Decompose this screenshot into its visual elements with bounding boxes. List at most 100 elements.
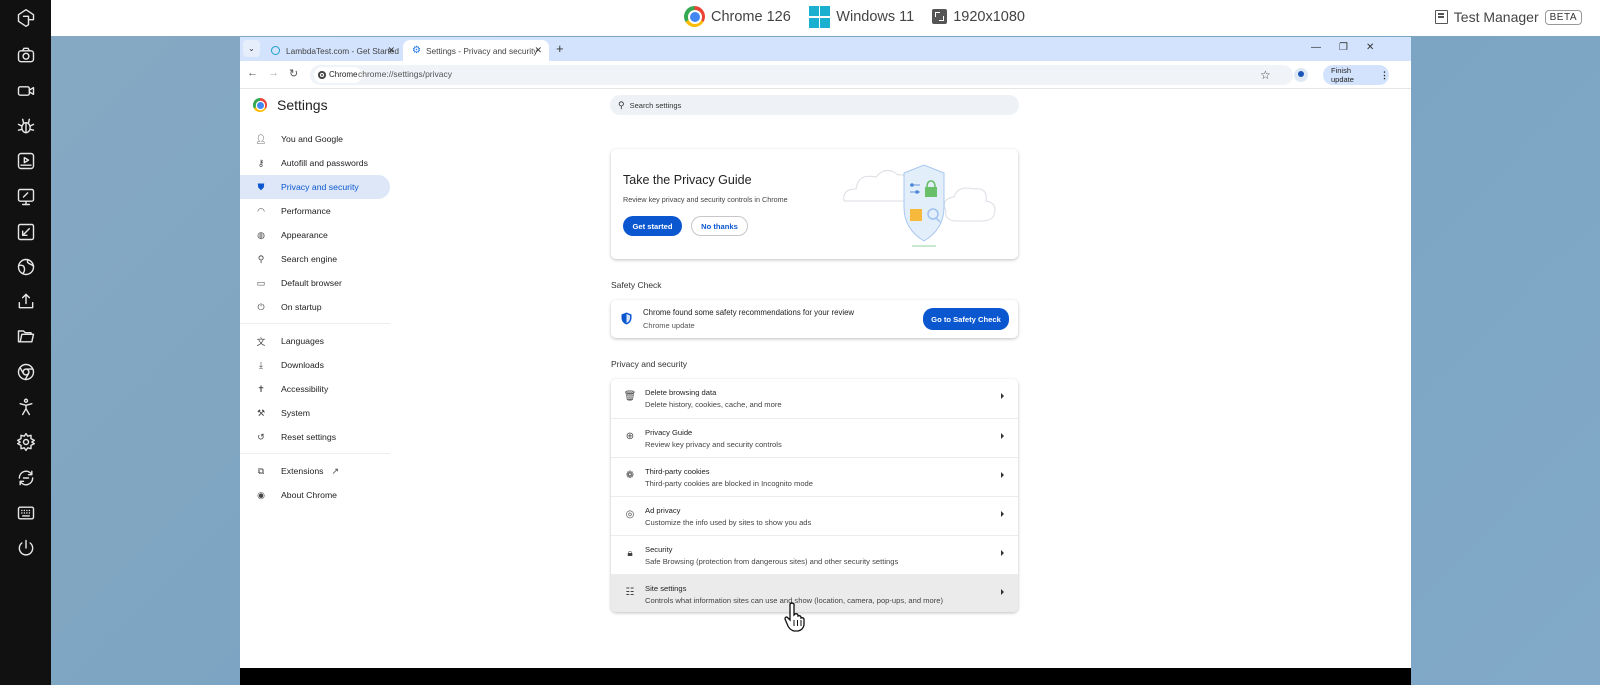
screen-record-icon[interactable]	[13, 148, 38, 173]
video-icon[interactable]	[13, 78, 38, 103]
restore-icon[interactable]: ❐	[1339, 42, 1348, 53]
beta-badge: BETA	[1544, 9, 1582, 25]
address-bar[interactable]: Chrome chrome://settings/privacy ☆	[310, 65, 1293, 85]
arrow-right-icon	[1001, 511, 1004, 517]
speedometer-icon: ◠	[257, 205, 265, 216]
page-title: Settings	[277, 97, 328, 113]
no-thanks-button[interactable]: No thanks	[691, 216, 748, 236]
settings-icon[interactable]	[13, 429, 38, 454]
bug-icon[interactable]	[13, 113, 38, 138]
sidebar-item-performance[interactable]: ◠ Performance	[240, 199, 390, 223]
accessibility-icon[interactable]	[13, 394, 38, 419]
os-label: Windows 11	[836, 8, 915, 25]
lambdatest-logo-icon[interactable]	[13, 5, 38, 30]
upload-icon[interactable]	[13, 288, 38, 313]
arrow-right-icon	[1001, 433, 1004, 439]
remote-taskbar-area	[240, 668, 1411, 685]
safety-check-detail: Chrome update	[643, 321, 695, 330]
reload-icon[interactable]: ↻	[289, 67, 298, 80]
finish-update-button[interactable]: Finish update ⋮	[1323, 65, 1389, 85]
sidebar-item-default-browser[interactable]: ▭ Default browser	[240, 271, 390, 295]
forward-icon[interactable]: →	[268, 67, 279, 79]
keyboard-icon[interactable]	[13, 500, 38, 525]
resize-arrow-icon[interactable]	[13, 219, 38, 244]
safety-check-message: Chrome found some safety recommendations…	[643, 308, 855, 317]
trash-icon: 🗑︎	[623, 391, 637, 402]
session-info: Chrome 126 Windows 11 1920x1080	[684, 6, 1033, 28]
site-info-chip[interactable]: Chrome	[314, 67, 363, 83]
sidebar-item-on-startup[interactable]: ⏻ On startup	[240, 295, 390, 319]
sidebar-item-search-engine[interactable]: ⚲ Search engine	[240, 247, 390, 271]
external-link-icon: ↗	[331, 465, 340, 476]
row-site-settings[interactable]: ☷ Site settings Controls what informatio…	[611, 574, 1018, 612]
chrome-icon: ◉	[257, 489, 265, 500]
palette-icon: ◍	[257, 229, 265, 240]
close-window-icon[interactable]: ✕	[1366, 42, 1374, 53]
tab-search-dropdown-icon[interactable]: ⌄	[243, 40, 260, 57]
sidebar-item-about-chrome[interactable]: ◉ About Chrome	[240, 483, 390, 507]
browser-toolbar: ← → ↻ Chrome chrome://settings/privacy ☆…	[240, 61, 1411, 89]
windows-logo-icon	[808, 6, 831, 28]
folder-icon[interactable]	[13, 323, 38, 348]
sidebar-item-languages[interactable]: 文 Languages	[240, 329, 390, 353]
get-started-button[interactable]: Get started	[623, 216, 682, 236]
more-menu-icon[interactable]: ⋮	[1380, 70, 1389, 81]
chrome-logo-icon	[253, 98, 267, 112]
shield-icon: ⛊	[257, 181, 265, 192]
accessibility-icon: ✝	[257, 383, 265, 394]
profile-avatar-icon[interactable]	[1294, 68, 1308, 82]
person-icon: 👤︎	[255, 133, 267, 144]
settings-nav: 👤︎ You and Google ⚷ Autofill and passwords…	[240, 127, 390, 507]
new-tab-button[interactable]: +	[556, 41, 564, 56]
nav-label: Performance	[281, 206, 331, 216]
chrome-icon[interactable]	[13, 359, 38, 384]
power-icon[interactable]	[13, 535, 38, 560]
tab-lambdatest[interactable]: LambdaTest.com - Get Started ✕	[262, 40, 402, 61]
row-ad-privacy[interactable]: ◎ Ad privacy Customize the info used by …	[611, 496, 1018, 535]
row-third-party-cookies[interactable]: ❁ Third-party cookies Third-party cookie…	[611, 457, 1018, 496]
row-privacy-guide[interactable]: ⊕ Privacy Guide Review key privacy and s…	[611, 418, 1018, 457]
chrome-logo-icon	[684, 6, 705, 28]
arrow-right-icon	[1001, 393, 1004, 399]
bookmark-star-icon[interactable]: ☆	[1260, 68, 1271, 82]
privacy-and-security-card: 🗑︎ Delete browsing data Delete history, …	[611, 379, 1018, 612]
test-manager-button[interactable]: Test Manager BETA	[1434, 9, 1582, 25]
go-to-safety-check-button[interactable]: Go to Safety Check	[923, 308, 1009, 330]
sidebar-item-accessibility[interactable]: ✝ Accessibility	[240, 377, 390, 401]
monitor-resize-icon[interactable]	[13, 184, 38, 209]
row-subtitle: Review key privacy and security controls	[645, 440, 782, 449]
close-tab-icon[interactable]: ✕	[534, 45, 542, 56]
nav-divider	[240, 453, 390, 454]
browser-info: Chrome 126	[684, 6, 791, 28]
privacy-guide-promo-card: Take the Privacy Guide Review key privac…	[611, 149, 1018, 259]
camera-icon[interactable]	[13, 42, 38, 67]
privacy-guide-title: Take the Privacy Guide	[623, 173, 752, 187]
sidebar-item-autofill[interactable]: ⚷ Autofill and passwords	[240, 151, 390, 175]
url-text[interactable]: chrome://settings/privacy	[358, 69, 452, 79]
nav-label: Reset settings	[281, 432, 337, 442]
wrench-icon: ⚒	[256, 407, 266, 418]
minimize-icon[interactable]: —	[1311, 42, 1321, 53]
sidebar-item-downloads[interactable]: ⤓ Downloads	[240, 353, 390, 377]
sliders-icon: ☷	[625, 587, 635, 598]
row-delete-browsing-data[interactable]: 🗑︎ Delete browsing data Delete history, …	[611, 379, 1018, 418]
nav-label: Downloads	[281, 360, 324, 370]
tab-settings[interactable]: ⚙ Settings - Privacy and security ✕	[403, 40, 549, 61]
sidebar-item-you-and-google[interactable]: 👤︎ You and Google	[240, 127, 390, 151]
row-title: Delete browsing data	[645, 388, 717, 397]
row-security[interactable]: 🔒︎ Security Safe Browsing (protection fr…	[611, 535, 1018, 574]
arrow-right-icon	[1001, 589, 1004, 595]
close-tab-icon[interactable]: ✕	[387, 45, 395, 56]
switch-icon[interactable]	[13, 465, 38, 490]
globe-icon[interactable]	[13, 254, 38, 279]
sidebar-item-appearance[interactable]: ◍ Appearance	[240, 223, 390, 247]
sidebar-item-system[interactable]: ⚒ System	[240, 401, 390, 425]
search-settings-input[interactable]: ⚲ Search settings	[610, 95, 1019, 115]
nav-label: System	[281, 408, 310, 418]
sidebar-item-reset-settings[interactable]: ↺ Reset settings	[240, 425, 390, 449]
sidebar-item-extensions[interactable]: ⧉ Extensions ↗	[240, 459, 390, 483]
safety-check-heading: Safety Check	[611, 280, 662, 290]
sidebar-item-privacy[interactable]: ⛊ Privacy and security	[240, 175, 390, 199]
back-icon[interactable]: ←	[247, 67, 258, 79]
resolution-icon	[932, 9, 948, 25]
